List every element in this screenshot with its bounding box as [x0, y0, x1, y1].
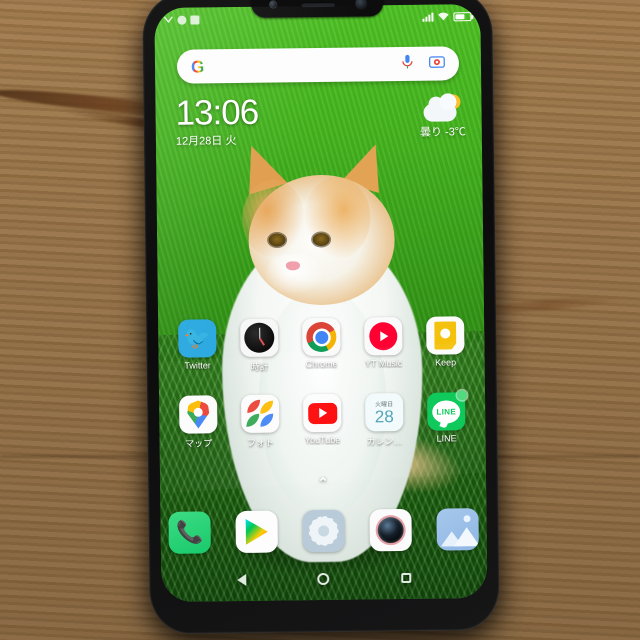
smartphone: G 13:06 12月28日 火 曇り -3℃ 🐦 Twitter 時計 Chr…	[142, 0, 500, 635]
app-youtube-music[interactable]: YT Music	[354, 317, 413, 372]
status-bar-notifications	[163, 14, 200, 25]
calendar-icon[interactable]: 火曜日 28	[364, 393, 404, 432]
app-row-2: マップ フォト YouTube 火曜日 28 カレン… LINE LINE	[169, 390, 476, 450]
home-circle-icon[interactable]	[317, 572, 330, 586]
camera-icon[interactable]	[369, 508, 412, 552]
google-g-icon: G	[190, 56, 205, 77]
dock: 📞	[168, 508, 479, 554]
google-photos-icon[interactable]	[241, 394, 280, 433]
clock-date: 12月28日 火	[175, 134, 237, 148]
play-store-icon[interactable]	[235, 510, 278, 554]
partly-cloudy-icon	[422, 94, 462, 122]
app-label: LINE	[436, 433, 457, 444]
clock-time: 13:06	[175, 92, 259, 133]
app-label: Keep	[435, 357, 457, 368]
chrome-icon[interactable]	[302, 317, 341, 357]
app-calendar[interactable]: 火曜日 28 カレン…	[355, 393, 414, 448]
app-label: YouTube	[304, 434, 341, 446]
app-photos[interactable]: フォト	[231, 394, 290, 449]
clock-block[interactable]: 13:06 12月28日 火	[175, 92, 259, 149]
google-lens-icon[interactable]	[428, 54, 445, 73]
notification-badge	[456, 390, 468, 401]
app-label: Chrome	[305, 358, 338, 370]
app-label: YT Music	[364, 358, 403, 369]
settings-gear-icon[interactable]	[302, 509, 345, 553]
app-drawer-chevron-icon[interactable]: ⌃	[318, 475, 329, 490]
display-notch	[251, 0, 384, 18]
app-row-1: 🐦 Twitter 時計 Chrome YT Music Keep	[168, 316, 475, 374]
earpiece-speaker	[301, 1, 336, 8]
microphone-icon[interactable]	[401, 53, 414, 74]
signal-bars-icon	[422, 12, 434, 22]
youtube-music-icon[interactable]	[364, 317, 403, 356]
status-bar-system-icons	[422, 11, 472, 22]
twitter-icon[interactable]: 🐦	[178, 319, 217, 358]
clock-icon[interactable]	[240, 318, 279, 357]
app-label: マップ	[185, 438, 213, 449]
phone-icon[interactable]: 📞	[168, 511, 211, 554]
weather-text: 曇り -3℃	[419, 126, 466, 139]
app-twitter[interactable]: 🐦 Twitter	[168, 319, 227, 374]
google-keep-icon[interactable]	[426, 316, 465, 355]
cat-fur-patch-right	[303, 176, 371, 259]
front-camera-icon	[269, 0, 278, 9]
app-chrome[interactable]: Chrome	[292, 317, 351, 373]
youtube-icon[interactable]	[303, 393, 342, 433]
line-icon[interactable]: LINE	[426, 390, 468, 431]
app-label: 時計	[250, 361, 269, 372]
notification-icon-3	[190, 14, 200, 25]
calendar-day-number: 28	[374, 406, 394, 426]
app-youtube[interactable]: YouTube	[293, 393, 352, 449]
weather-block[interactable]: 曇り -3℃	[420, 94, 466, 140]
app-label: Twitter	[184, 360, 211, 371]
app-maps[interactable]: マップ	[169, 395, 228, 450]
app-label: フォト	[247, 437, 275, 448]
notification-icon-2	[177, 15, 187, 25]
google-maps-icon[interactable]	[179, 395, 218, 434]
back-triangle-icon[interactable]	[237, 573, 247, 587]
wifi-icon	[437, 11, 449, 21]
google-search-bar[interactable]: G	[176, 46, 460, 84]
app-label: カレン…	[366, 436, 403, 447]
notification-icon-1	[163, 15, 173, 25]
app-keep[interactable]: Keep	[416, 316, 475, 371]
clock-weather-widget[interactable]: 13:06 12月28日 火 曇り -3℃	[175, 92, 466, 148]
app-clock[interactable]: 時計	[230, 318, 289, 373]
battery-icon	[453, 11, 472, 21]
navigation-bar	[161, 562, 487, 596]
recents-square-icon[interactable]	[401, 572, 412, 584]
phone-screen[interactable]: G 13:06 12月28日 火 曇り -3℃ 🐦 Twitter 時計 Chr…	[154, 4, 488, 602]
proximity-sensor-icon	[355, 0, 368, 10]
gallery-icon[interactable]	[436, 508, 479, 551]
app-line[interactable]: LINE LINE	[417, 390, 476, 447]
